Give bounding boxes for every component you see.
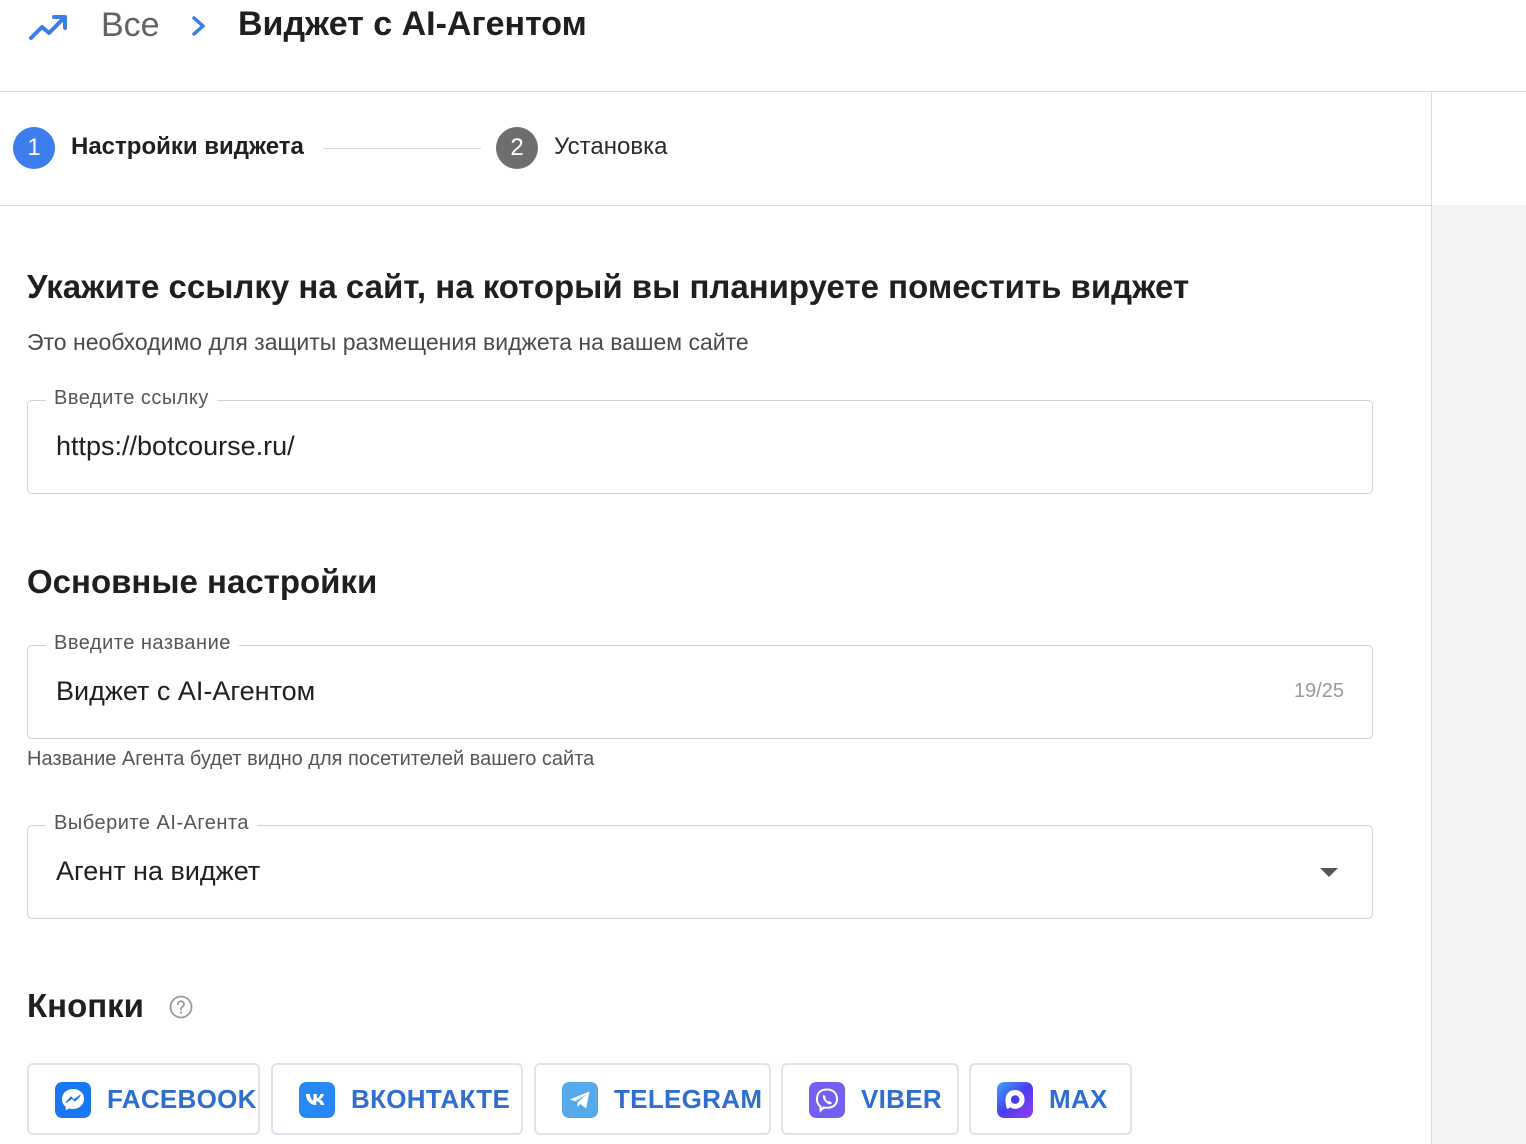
- widget-name-field-label: Введите название: [46, 632, 239, 655]
- vkontakte-label: ВКОНТАКТЕ: [351, 1084, 511, 1114]
- widget-name-field[interactable]: Введите название Виджет с AI-Агентом 19/…: [27, 632, 1373, 739]
- telegram-button[interactable]: TELEGRAM: [534, 1063, 771, 1135]
- page-title: Виджет с AI-Агентом: [238, 5, 587, 43]
- facebook-button[interactable]: FACEBOOK: [27, 1063, 260, 1135]
- telegram-icon: [562, 1082, 598, 1118]
- dropdown-arrow-icon[interactable]: [1320, 868, 1338, 877]
- viber-button[interactable]: VIBER: [781, 1063, 959, 1135]
- site-link-input[interactable]: https://botcourse.ru/: [56, 431, 295, 462]
- agent-select[interactable]: Выберите AI-Агента Агент на виджет: [27, 812, 1373, 919]
- site-link-description: Это необходимо для защиты размещения вид…: [27, 329, 749, 355]
- main-settings-heading: Основные настройки: [27, 563, 378, 600]
- trending-up-icon[interactable]: [28, 12, 70, 42]
- agent-select-value[interactable]: Агент на виджет: [56, 856, 260, 887]
- step-1-label[interactable]: Настройки виджета: [71, 133, 304, 161]
- breadcrumb-all-link[interactable]: Все: [101, 6, 160, 45]
- vkontakte-button[interactable]: ВКОНТАКТЕ: [271, 1063, 523, 1135]
- telegram-label: TELEGRAM: [614, 1084, 763, 1114]
- site-link-heading: Укажите ссылку на сайт, на который вы пл…: [27, 268, 1190, 305]
- viber-icon: [809, 1082, 845, 1118]
- max-label: MAX: [1049, 1084, 1108, 1114]
- chevron-right-icon: [192, 16, 205, 36]
- help-icon[interactable]: [169, 995, 193, 1019]
- step-2-number[interactable]: 2: [496, 127, 538, 169]
- side-panel-header: [1432, 92, 1526, 205]
- step-2-label[interactable]: Установка: [554, 133, 667, 161]
- messenger-icon: [55, 1082, 91, 1118]
- buttons-heading: Кнопки: [27, 987, 144, 1024]
- site-link-field-label: Введите ссылку: [46, 387, 217, 410]
- facebook-label: FACEBOOK: [107, 1084, 257, 1114]
- vk-icon: [299, 1082, 335, 1118]
- widget-name-input[interactable]: Виджет с AI-Агентом: [56, 676, 315, 707]
- character-counter: 19/25: [1293, 680, 1344, 702]
- max-button[interactable]: MAX: [969, 1063, 1132, 1135]
- top-header: Все Виджет с AI-Агентом: [0, 0, 1526, 92]
- stepper: 1 Настройки виджета 2 Установка: [0, 92, 1431, 206]
- side-panel: [1431, 92, 1526, 1144]
- agent-select-label: Выберите AI-Агента: [46, 812, 257, 835]
- step-connector: [323, 148, 481, 149]
- max-icon: [997, 1082, 1033, 1118]
- site-link-field[interactable]: Введите ссылку https://botcourse.ru/: [27, 387, 1373, 494]
- widget-name-hint: Название Агента будет видно для посетите…: [27, 748, 595, 770]
- step-1-number[interactable]: 1: [13, 127, 55, 169]
- viber-label: VIBER: [861, 1084, 942, 1114]
